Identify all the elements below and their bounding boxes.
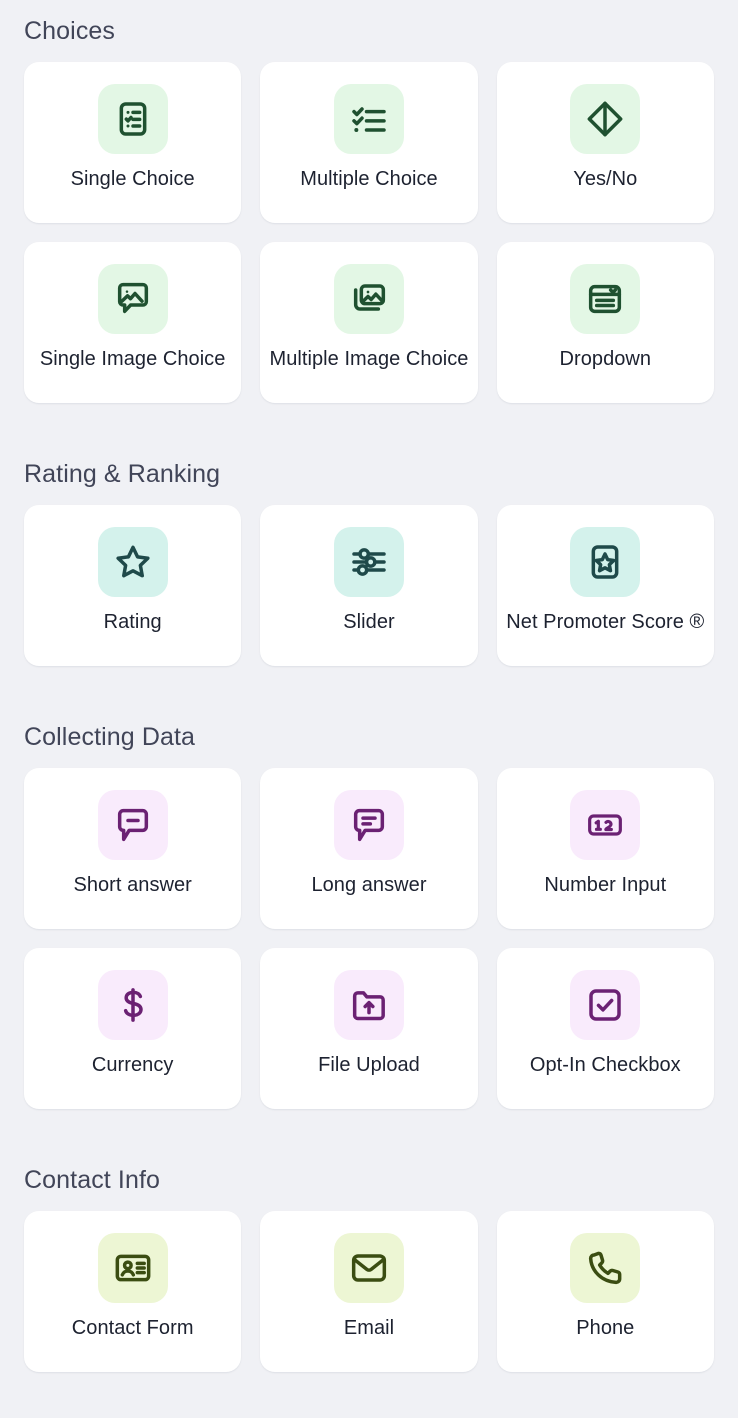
question-type-card-multiple-image-choice[interactable]: Multiple Image Choice — [260, 242, 478, 403]
sections-container: Choices Single Choice Multiple Choice Yes/N… — [24, 16, 714, 1372]
phone-icon — [570, 1233, 641, 1303]
section-title: Contact Info — [24, 1166, 161, 1194]
section-title: Collecting Data — [24, 723, 196, 751]
question-type-card-dropdown[interactable]: Dropdown — [496, 242, 714, 403]
question-type-label: File Upload — [318, 1054, 420, 1076]
question-type-card-yes-no[interactable]: Yes/No — [496, 62, 714, 223]
section-collecting-data: Collecting Data Short answer Long answer Nu… — [24, 722, 714, 1109]
question-type-card-number-input[interactable]: Number Input — [496, 768, 714, 929]
checklist-icon — [333, 84, 404, 154]
section-contact-info: Contact Info Contact Form Email Phone — [24, 1165, 714, 1372]
question-type-card-phone[interactable]: Phone — [496, 1211, 714, 1372]
question-type-card-currency[interactable]: Currency — [24, 948, 242, 1109]
image-bubble-icon — [97, 264, 168, 334]
question-type-grid: Rating Slider Net Promoter Score ® — [24, 505, 714, 666]
images-stack-icon — [333, 264, 404, 334]
checkbox-check-icon — [570, 970, 641, 1040]
question-type-grid: Short answer Long answer Number Input Curre… — [24, 768, 714, 1109]
question-type-card-single-choice[interactable]: Single Choice — [24, 62, 242, 223]
question-type-label: Contact Form — [71, 1317, 194, 1339]
question-type-picker: Choices Single Choice Multiple Choice Yes/N… — [0, 0, 738, 1372]
bubble-dash-icon — [97, 790, 168, 860]
question-type-card-email[interactable]: Email — [260, 1211, 478, 1372]
number-box-icon — [570, 790, 641, 860]
question-type-label: Email — [343, 1317, 395, 1339]
question-type-card-single-image-choice[interactable]: Single Image Choice — [24, 242, 242, 403]
question-type-label: Short answer — [73, 874, 192, 896]
star-icon — [97, 527, 168, 597]
question-type-label: Phone — [576, 1317, 635, 1339]
question-type-label: Slider — [343, 611, 395, 633]
question-type-label: Yes/No — [573, 168, 638, 190]
clipboard-list-icon — [97, 84, 168, 154]
question-type-label: Dropdown — [559, 348, 652, 370]
question-type-label: Rating — [103, 611, 162, 633]
section-title: Rating & Ranking — [24, 460, 221, 488]
question-type-label: Multiple Image Choice — [269, 348, 469, 370]
star-card-icon — [570, 527, 641, 597]
question-type-card-slider[interactable]: Slider — [260, 505, 478, 666]
question-type-card-contact-form[interactable]: Contact Form — [24, 1211, 242, 1372]
question-type-card-file-upload[interactable]: File Upload — [260, 948, 478, 1109]
question-type-label: Single Choice — [70, 168, 195, 190]
question-type-grid: Single Choice Multiple Choice Yes/No Single… — [24, 62, 714, 403]
folder-upload-icon — [333, 970, 404, 1040]
question-type-card-long-answer[interactable]: Long answer — [260, 768, 478, 929]
question-type-label: Opt-In Checkbox — [529, 1054, 681, 1076]
question-type-card-opt-in-checkbox[interactable]: Opt-In Checkbox — [496, 948, 714, 1109]
question-type-grid: Contact Form Email Phone — [24, 1211, 714, 1372]
question-type-label: Net Promoter Score ® — [506, 611, 705, 633]
question-type-label: Single Image Choice — [39, 348, 226, 370]
question-type-label: Multiple Choice — [300, 168, 438, 190]
envelope-icon — [333, 1233, 404, 1303]
question-type-label: Currency — [91, 1054, 174, 1076]
section-choices: Choices Single Choice Multiple Choice Yes/N… — [24, 16, 714, 403]
diamond-split-icon — [570, 84, 641, 154]
question-type-label: Number Input — [544, 874, 667, 896]
section-rating-ranking: Rating & Ranking Rating Slider Net Promoter… — [24, 459, 714, 666]
dollar-icon — [97, 970, 168, 1040]
sliders-icon — [333, 527, 404, 597]
bubble-lines-icon — [333, 790, 404, 860]
contact-card-icon — [97, 1233, 168, 1303]
section-title: Choices — [24, 17, 116, 45]
question-type-card-rating[interactable]: Rating — [24, 505, 242, 666]
question-type-label: Long answer — [311, 874, 427, 896]
dropdown-panel-icon — [570, 264, 641, 334]
question-type-card-net-promoter-score[interactable]: Net Promoter Score ® — [496, 505, 714, 666]
question-type-card-short-answer[interactable]: Short answer — [24, 768, 242, 929]
question-type-card-multiple-choice[interactable]: Multiple Choice — [260, 62, 478, 223]
